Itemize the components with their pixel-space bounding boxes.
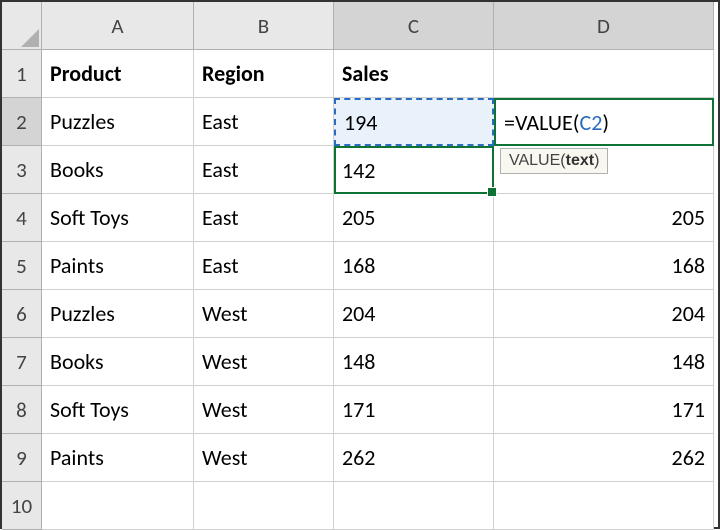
row-header-4[interactable]: 4 xyxy=(2,194,42,242)
cell-D4[interactable]: 205 xyxy=(494,194,714,242)
tooltip-fn: VALUE( xyxy=(509,152,566,169)
tooltip-close: ) xyxy=(594,152,599,169)
cell-D7[interactable]: 148 xyxy=(494,338,714,386)
cell-B6[interactable]: West xyxy=(194,290,334,338)
cell-A9[interactable]: Paints xyxy=(42,434,194,482)
cell-B2[interactable]: East xyxy=(194,98,334,146)
cell-D9[interactable]: 262 xyxy=(494,434,714,482)
cell-B1[interactable]: Region xyxy=(194,50,334,98)
col-header-C[interactable]: C xyxy=(334,2,494,50)
formula-close-paren: ) xyxy=(602,109,609,136)
formula-cell-ref: C2 xyxy=(579,109,602,136)
formula-tooltip[interactable]: VALUE(text) xyxy=(500,148,608,174)
cell-C5[interactable]: 168 xyxy=(334,242,494,290)
cell-A7[interactable]: Books xyxy=(42,338,194,386)
cell-A5[interactable]: Paints xyxy=(42,242,194,290)
cell-D10[interactable] xyxy=(494,482,714,530)
cell-C8[interactable]: 171 xyxy=(334,386,494,434)
col-header-D[interactable]: D xyxy=(494,2,714,50)
tooltip-arg: text xyxy=(566,152,594,169)
cell-A4[interactable]: Soft Toys xyxy=(42,194,194,242)
spreadsheet-grid[interactable]: A B C D 1 Product Region Sales 2 Puzzles… xyxy=(2,2,718,530)
cell-B3[interactable]: East xyxy=(194,146,334,194)
cell-D8[interactable]: 171 xyxy=(494,386,714,434)
cell-A3[interactable]: Books xyxy=(42,146,194,194)
cell-B7[interactable]: West xyxy=(194,338,334,386)
formula-equals: = xyxy=(504,109,515,136)
cell-B10[interactable] xyxy=(194,482,334,530)
cell-C6[interactable]: 204 xyxy=(334,290,494,338)
cell-C7[interactable]: 148 xyxy=(334,338,494,386)
cell-C9[interactable]: 262 xyxy=(334,434,494,482)
row-header-3[interactable]: 3 xyxy=(2,146,42,194)
cell-C2[interactable]: 194 xyxy=(334,98,494,146)
formula-open-paren: ( xyxy=(573,109,580,136)
row-header-8[interactable]: 8 xyxy=(2,386,42,434)
cell-A8[interactable]: Soft Toys xyxy=(42,386,194,434)
select-all-corner[interactable] xyxy=(2,2,42,50)
row-header-10[interactable]: 10 xyxy=(2,482,42,530)
col-header-A[interactable]: A xyxy=(42,2,194,50)
col-header-B[interactable]: B xyxy=(194,2,334,50)
cell-A6[interactable]: Puzzles xyxy=(42,290,194,338)
cell-B9[interactable]: West xyxy=(194,434,334,482)
formula-function-name: VALUE xyxy=(515,109,573,136)
cell-C4[interactable]: 205 xyxy=(334,194,494,242)
cell-B8[interactable]: West xyxy=(194,386,334,434)
cell-C3[interactable]: 142 xyxy=(334,146,494,194)
cell-D1[interactable] xyxy=(494,50,714,98)
row-header-7[interactable]: 7 xyxy=(2,338,42,386)
cell-D6[interactable]: 204 xyxy=(494,290,714,338)
row-header-9[interactable]: 9 xyxy=(2,434,42,482)
cell-A1[interactable]: Product xyxy=(42,50,194,98)
cell-C10[interactable] xyxy=(334,482,494,530)
row-header-6[interactable]: 6 xyxy=(2,290,42,338)
cell-B4[interactable]: East xyxy=(194,194,334,242)
cell-B5[interactable]: East xyxy=(194,242,334,290)
cell-A2[interactable]: Puzzles xyxy=(42,98,194,146)
row-header-5[interactable]: 5 xyxy=(2,242,42,290)
cell-A10[interactable] xyxy=(42,482,194,530)
cell-C1[interactable]: Sales xyxy=(334,50,494,98)
row-header-2[interactable]: 2 xyxy=(2,98,42,146)
cell-D2-formula-editor[interactable]: =VALUE(C2) VALUE(text) xyxy=(494,98,714,146)
row-header-1[interactable]: 1 xyxy=(2,50,42,98)
cell-D5[interactable]: 168 xyxy=(494,242,714,290)
